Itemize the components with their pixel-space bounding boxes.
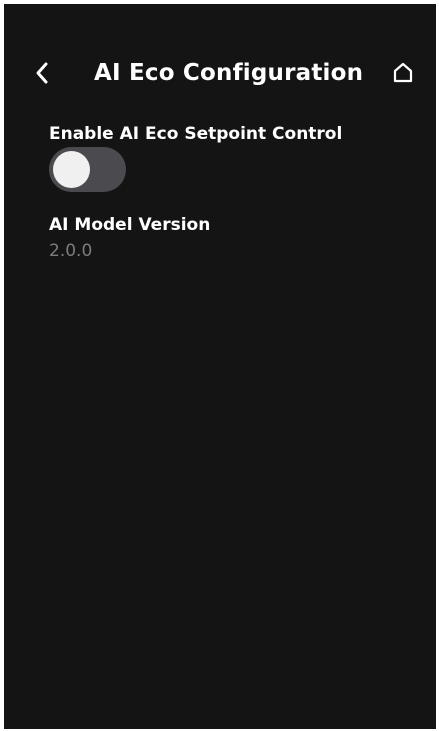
eco-setpoint-toggle[interactable] (49, 147, 126, 192)
eco-setpoint-label: Enable AI Eco Setpoint Control (49, 124, 343, 144)
home-icon (393, 62, 413, 83)
back-button[interactable] (30, 60, 56, 86)
home-button[interactable] (391, 60, 415, 84)
page-title: AI Eco Configuration (94, 60, 364, 86)
model-version-value: 2.0.0 (49, 241, 93, 261)
toggle-knob (53, 151, 90, 188)
app-screen: AI Eco Configuration Enable AI Eco Setpo… (4, 4, 436, 729)
model-version-label: AI Model Version (49, 215, 211, 235)
header-bar: AI Eco Configuration (4, 48, 436, 98)
chevron-left-icon (36, 62, 48, 84)
